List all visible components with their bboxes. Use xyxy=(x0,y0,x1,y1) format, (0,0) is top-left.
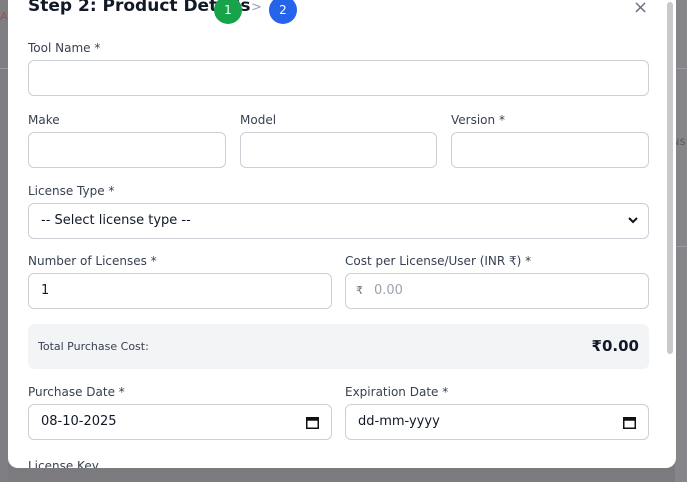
tool-name-input[interactable] xyxy=(28,60,649,96)
cost-per-license-input[interactable]: ₹ 0.00 xyxy=(345,273,649,309)
background-divider xyxy=(675,68,687,69)
version-label: Version * xyxy=(451,113,505,127)
purchase-date-input[interactable]: 08-10-2025 xyxy=(28,404,332,440)
calendar-icon[interactable] xyxy=(306,416,319,429)
tool-name-label: Tool Name * xyxy=(28,41,101,55)
modal-header: Step 2: Product Details 1 > 2 × xyxy=(28,0,653,26)
expiration-date-placeholder: dd-mm-yyyy xyxy=(358,414,440,429)
total-cost-label: Total Purchase Cost: xyxy=(38,340,149,353)
model-label: Model xyxy=(240,113,277,127)
cost-per-license-label: Cost per License/User (INR ₹) * xyxy=(345,254,532,268)
product-details-modal: Step 2: Product Details 1 > 2 × Tool Nam… xyxy=(8,0,676,468)
step-separator: > xyxy=(251,0,262,15)
purchase-date-value: 08-10-2025 xyxy=(41,414,117,429)
model-input[interactable] xyxy=(240,132,437,168)
modal-scrollbar[interactable] xyxy=(667,2,673,354)
background-divider xyxy=(0,68,8,69)
background-divider xyxy=(675,246,687,247)
expiration-date-input[interactable]: dd-mm-yyyy xyxy=(345,404,649,440)
license-type-select[interactable]: -- Select license type -- xyxy=(28,203,649,239)
expiration-date-label: Expiration Date * xyxy=(345,385,449,399)
chevron-down-icon xyxy=(628,217,638,224)
calendar-icon[interactable] xyxy=(623,416,636,429)
make-input[interactable] xyxy=(28,132,226,168)
make-label: Make xyxy=(28,113,60,127)
rupee-prefix: ₹ xyxy=(356,284,363,297)
license-type-selected: -- Select license type -- xyxy=(41,213,191,228)
purchase-date-label: Purchase Date * xyxy=(28,385,125,399)
license-type-label: License Type * xyxy=(28,184,115,198)
total-cost-value: ₹0.00 xyxy=(591,337,639,355)
step-indicator-2: 2 xyxy=(269,0,297,24)
background-app-left xyxy=(0,0,8,482)
version-input[interactable] xyxy=(451,132,649,168)
step-indicator-1: 1 xyxy=(214,0,242,24)
number-of-licenses-label: Number of Licenses * xyxy=(28,254,157,268)
number-of-licenses-input[interactable]: 1 xyxy=(28,273,332,309)
background-app-right xyxy=(675,0,687,482)
close-icon[interactable]: × xyxy=(633,0,648,18)
cost-placeholder: 0.00 xyxy=(374,283,403,298)
license-key-label: License Key xyxy=(28,459,99,468)
total-cost-panel: Total Purchase Cost: ₹0.00 xyxy=(28,324,649,369)
